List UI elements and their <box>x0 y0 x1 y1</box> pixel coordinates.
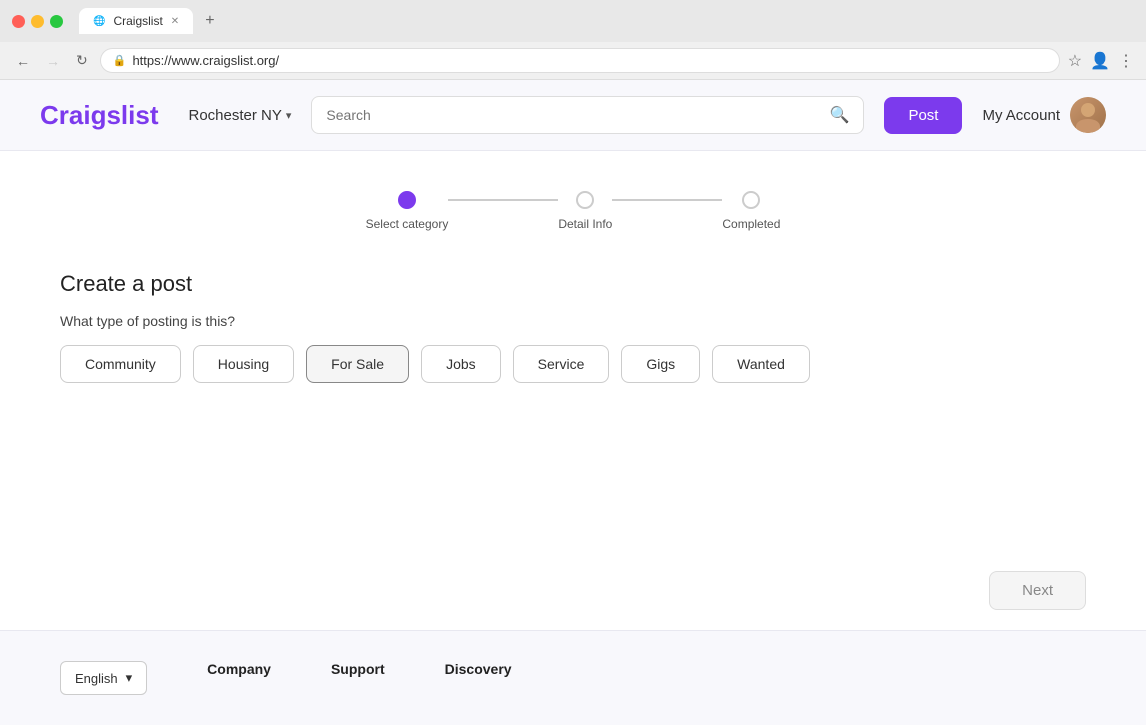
step-circle-3 <box>742 191 760 209</box>
step-circle-2 <box>576 191 594 209</box>
category-btn-jobs[interactable]: Jobs <box>421 345 501 383</box>
footer: English ▾ Company Support Discovery <box>0 630 1146 725</box>
app-header: Craigslist Rochester NY ▾ 🔍 Post My Acco… <box>0 80 1146 151</box>
my-account-label: My Account <box>982 107 1060 124</box>
logo[interactable]: Craigslist <box>40 100 159 131</box>
tab-close-icon[interactable]: ✕ <box>171 16 179 27</box>
browser-menu-button[interactable]: ⋮ <box>1118 51 1134 71</box>
search-icon[interactable]: 🔍 <box>830 105 850 125</box>
browser-account-button[interactable]: 👤 <box>1090 51 1110 71</box>
step-label-1: Select category <box>366 217 449 231</box>
language-chevron-icon: ▾ <box>126 670 133 686</box>
browser-toolbar: ← → ↻ 🔒 https://www.craigslist.org/ ☆ 👤 … <box>0 42 1146 79</box>
dot-red[interactable] <box>12 15 25 28</box>
step-label-2: Detail Info <box>558 217 612 231</box>
language-selector[interactable]: English ▾ <box>60 661 147 695</box>
posting-type-question: What type of posting is this? <box>60 313 1086 329</box>
browser-titlebar: 🌐 Craigslist ✕ + <box>0 0 1146 42</box>
address-text: https://www.craigslist.org/ <box>132 53 279 68</box>
footer-company-col: Company <box>207 661 271 695</box>
step-label-3: Completed <box>722 217 780 231</box>
footer-company-title: Company <box>207 661 271 677</box>
dot-green[interactable] <box>50 15 63 28</box>
footer-discovery-col: Discovery <box>445 661 512 695</box>
stepper: Select category Detail Info Completed <box>60 191 1086 231</box>
language-label: English <box>75 671 118 686</box>
category-btn-for-sale[interactable]: For Sale <box>306 345 409 383</box>
avatar <box>1070 97 1106 133</box>
browser-dots <box>12 15 63 28</box>
create-post-title: Create a post <box>60 271 1086 297</box>
location-text: Rochester NY <box>189 107 282 124</box>
bookmark-button[interactable]: ☆ <box>1068 51 1082 71</box>
step-connector-1 <box>448 199 558 201</box>
stepper-step-3: Completed <box>722 191 780 231</box>
browser-tab[interactable]: 🌐 Craigslist ✕ <box>79 8 193 34</box>
search-input[interactable] <box>326 107 821 123</box>
step-circle-1 <box>398 191 416 209</box>
avatar-image <box>1070 97 1106 133</box>
stepper-step-1: Select category <box>366 191 449 231</box>
next-button[interactable]: Next <box>989 571 1086 610</box>
stepper-step-2: Detail Info <box>558 191 612 231</box>
tab-favicon: 🌐 <box>93 16 105 27</box>
post-button[interactable]: Post <box>884 97 962 134</box>
back-button[interactable]: ← <box>12 51 34 71</box>
category-buttons: Community Housing For Sale Jobs Service … <box>60 345 1086 383</box>
main-content: Select category Detail Info Completed Cr… <box>0 151 1146 551</box>
forward-button[interactable]: → <box>42 51 64 71</box>
search-bar: 🔍 <box>311 96 864 134</box>
category-btn-housing[interactable]: Housing <box>193 345 294 383</box>
tab-title: Craigslist <box>113 14 162 28</box>
location-selector[interactable]: Rochester NY ▾ <box>189 107 292 124</box>
category-btn-service[interactable]: Service <box>513 345 610 383</box>
browser-chrome: 🌐 Craigslist ✕ + ← → ↻ 🔒 https://www.cra… <box>0 0 1146 80</box>
step-connector-2 <box>612 199 722 201</box>
category-btn-community[interactable]: Community <box>60 345 181 383</box>
bottom-bar: Next <box>0 551 1146 630</box>
dot-yellow[interactable] <box>31 15 44 28</box>
address-bar[interactable]: 🔒 https://www.craigslist.org/ <box>100 48 1060 73</box>
reload-button[interactable]: ↻ <box>72 50 92 71</box>
footer-support-col: Support <box>331 661 385 695</box>
my-account[interactable]: My Account <box>982 97 1106 133</box>
footer-discovery-title: Discovery <box>445 661 512 677</box>
lock-icon: 🔒 <box>113 54 127 67</box>
new-tab-button[interactable]: + <box>205 12 214 30</box>
category-btn-wanted[interactable]: Wanted <box>712 345 810 383</box>
chevron-down-icon: ▾ <box>286 109 292 122</box>
footer-support-title: Support <box>331 661 385 677</box>
category-btn-gigs[interactable]: Gigs <box>621 345 700 383</box>
